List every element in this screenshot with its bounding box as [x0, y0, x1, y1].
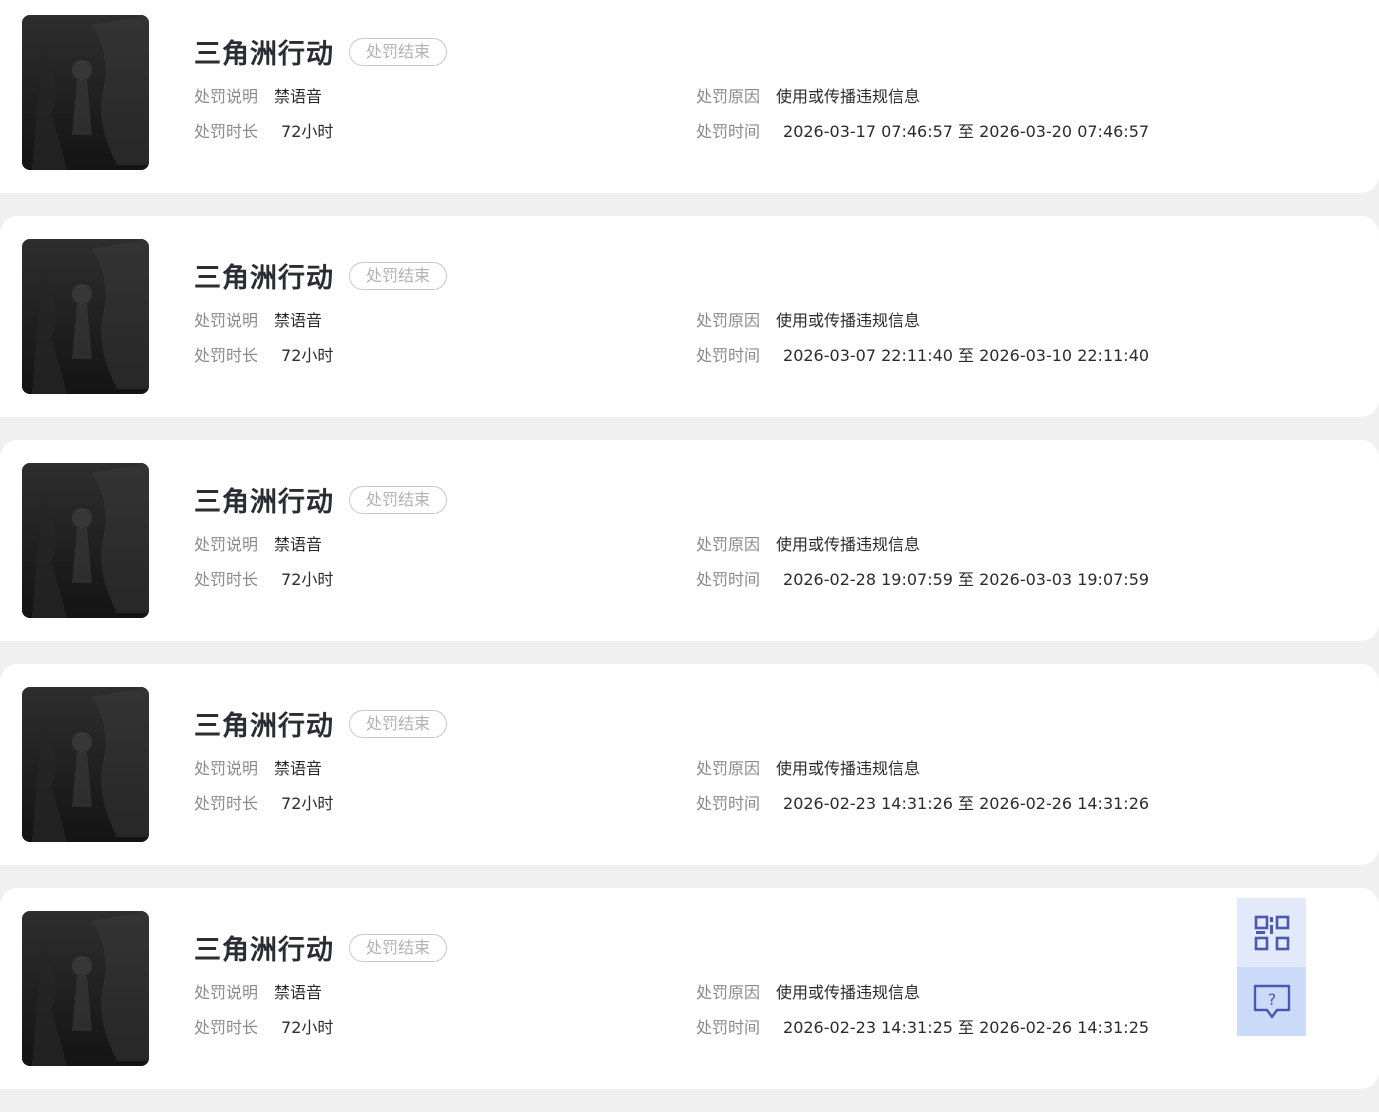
game-cover-image: [22, 239, 149, 394]
penalty-duration-value: 72小时: [281, 570, 334, 589]
game-title: 三角洲行动: [194, 711, 334, 742]
penalty-time-value: 2026-03-07 22:11:40 至 2026-03-10 22:11:4…: [783, 346, 1150, 365]
penalty-duration-value: 72小时: [281, 122, 334, 141]
game-title: 三角洲行动: [194, 487, 334, 518]
penalty-description-label: 处罚说明: [194, 535, 259, 554]
penalty-description-label: 处罚说明: [194, 311, 259, 330]
penalty-description-value: 禁语音: [274, 983, 323, 1002]
game-cover-image: [22, 15, 149, 170]
penalty-duration-value: 72小时: [281, 1018, 334, 1037]
help-button[interactable]: ?: [1237, 967, 1306, 1036]
penalty-time-label: 处罚时间: [696, 346, 761, 365]
penalty-reason-value: 使用或传播违规信息: [776, 759, 921, 778]
penalty-duration-label: 处罚时长: [194, 346, 259, 365]
penalty-record-card: 三角洲行动 处罚结束 处罚说明 禁语音 处罚时长 72小时 处罚原因 使用或传播违规信…: [0, 440, 1379, 641]
penalty-description-value: 禁语音: [274, 311, 323, 330]
game-title: 三角洲行动: [194, 935, 334, 966]
qr-code-icon: [1254, 915, 1289, 950]
status-badge: 处罚结束: [349, 485, 448, 514]
game-title: 三角洲行动: [194, 263, 334, 294]
penalty-reason-label: 处罚原因: [696, 759, 761, 778]
qr-code-button[interactable]: [1237, 898, 1306, 967]
penalty-description: 处罚说明 禁语音: [194, 531, 322, 555]
penalty-time-value: 2026-02-28 19:07:59 至 2026-03-03 19:07:5…: [783, 570, 1150, 589]
penalty-duration: 处罚时长 72小时: [194, 566, 333, 590]
penalty-time-label: 处罚时间: [696, 570, 761, 589]
penalty-duration-value: 72小时: [281, 346, 334, 365]
penalty-duration-label: 处罚时长: [194, 122, 259, 141]
status-badge: 处罚结束: [349, 37, 448, 66]
penalty-duration: 处罚时长 72小时: [194, 1014, 333, 1038]
penalty-time-value: 2026-02-23 14:31:26 至 2026-02-26 14:31:2…: [783, 794, 1150, 813]
game-cover-image: [22, 463, 149, 618]
floating-toolbar: ?: [1237, 898, 1306, 1036]
penalty-time: 处罚时间 2026-02-28 19:07:59 至 2026-03-03 19:…: [696, 566, 1149, 590]
penalty-duration: 处罚时长 72小时: [194, 118, 333, 142]
game-cover-image: [22, 687, 149, 842]
penalty-duration: 处罚时长 72小时: [194, 790, 333, 814]
penalty-duration-label: 处罚时长: [194, 1018, 259, 1037]
penalty-reason-value: 使用或传播违规信息: [776, 87, 921, 106]
penalty-reason-label: 处罚原因: [696, 311, 761, 330]
penalty-time: 处罚时间 2026-03-17 07:46:57 至 2026-03-20 07:…: [696, 118, 1149, 142]
penalty-description-label: 处罚说明: [194, 87, 259, 106]
penalty-record-card: 三角洲行动 处罚结束 处罚说明 禁语音 处罚时长 72小时 处罚原因 使用或传播违规信…: [0, 216, 1379, 417]
status-badge: 处罚结束: [349, 261, 448, 290]
penalty-description: 处罚说明 禁语音: [194, 307, 322, 331]
penalty-description-label: 处罚说明: [194, 983, 259, 1002]
penalty-reason-label: 处罚原因: [696, 535, 761, 554]
status-badge: 处罚结束: [349, 933, 448, 962]
penalty-duration-label: 处罚时长: [194, 794, 259, 813]
penalty-time-value: 2026-03-17 07:46:57 至 2026-03-20 07:46:5…: [783, 122, 1150, 141]
game-cover-image: [22, 911, 149, 1066]
penalty-time-value: 2026-02-23 14:31:25 至 2026-02-26 14:31:2…: [783, 1018, 1150, 1037]
penalty-record-list: 三角洲行动 处罚结束 处罚说明 禁语音 处罚时长 72小时 处罚原因 使用或传播违规信…: [0, 0, 1379, 1112]
penalty-description: 处罚说明 禁语音: [194, 755, 322, 779]
svg-text:?: ?: [1267, 990, 1276, 1009]
penalty-time-label: 处罚时间: [696, 1018, 761, 1037]
penalty-reason-value: 使用或传播违规信息: [776, 311, 921, 330]
penalty-description-value: 禁语音: [274, 759, 323, 778]
penalty-duration: 处罚时长 72小时: [194, 342, 333, 366]
penalty-reason: 处罚原因 使用或传播违规信息: [696, 531, 920, 555]
penalty-description-label: 处罚说明: [194, 759, 259, 778]
penalty-description-value: 禁语音: [274, 87, 323, 106]
penalty-record-card: 三角洲行动 处罚结束 处罚说明 禁语音 处罚时长 72小时 处罚原因 使用或传播违规信…: [0, 0, 1379, 193]
penalty-description: 处罚说明 禁语音: [194, 979, 322, 1003]
penalty-reason: 处罚原因 使用或传播违规信息: [696, 979, 920, 1003]
penalty-time: 处罚时间 2026-02-23 14:31:25 至 2026-02-26 14:…: [696, 1014, 1149, 1038]
game-title: 三角洲行动: [194, 39, 334, 70]
penalty-reason-label: 处罚原因: [696, 983, 761, 1002]
penalty-time: 处罚时间 2026-03-07 22:11:40 至 2026-03-10 22:…: [696, 342, 1149, 366]
status-badge: 处罚结束: [349, 709, 448, 738]
help-chat-icon: ?: [1253, 984, 1290, 1018]
penalty-record-card: 三角洲行动 处罚结束 处罚说明 禁语音 处罚时长 72小时 处罚原因 使用或传播违规信…: [0, 888, 1379, 1089]
penalty-reason: 处罚原因 使用或传播违规信息: [696, 755, 920, 779]
penalty-time: 处罚时间 2026-02-23 14:31:26 至 2026-02-26 14:…: [696, 790, 1149, 814]
penalty-description-value: 禁语音: [274, 535, 323, 554]
penalty-duration-label: 处罚时长: [194, 570, 259, 589]
penalty-duration-value: 72小时: [281, 794, 334, 813]
penalty-reason: 处罚原因 使用或传播违规信息: [696, 83, 920, 107]
penalty-reason-value: 使用或传播违规信息: [776, 983, 921, 1002]
penalty-time-label: 处罚时间: [696, 794, 761, 813]
penalty-reason-value: 使用或传播违规信息: [776, 535, 921, 554]
penalty-time-label: 处罚时间: [696, 122, 761, 141]
penalty-reason: 处罚原因 使用或传播违规信息: [696, 307, 920, 331]
penalty-reason-label: 处罚原因: [696, 87, 761, 106]
penalty-description: 处罚说明 禁语音: [194, 83, 322, 107]
penalty-record-card: 三角洲行动 处罚结束 处罚说明 禁语音 处罚时长 72小时 处罚原因 使用或传播违规信…: [0, 664, 1379, 865]
